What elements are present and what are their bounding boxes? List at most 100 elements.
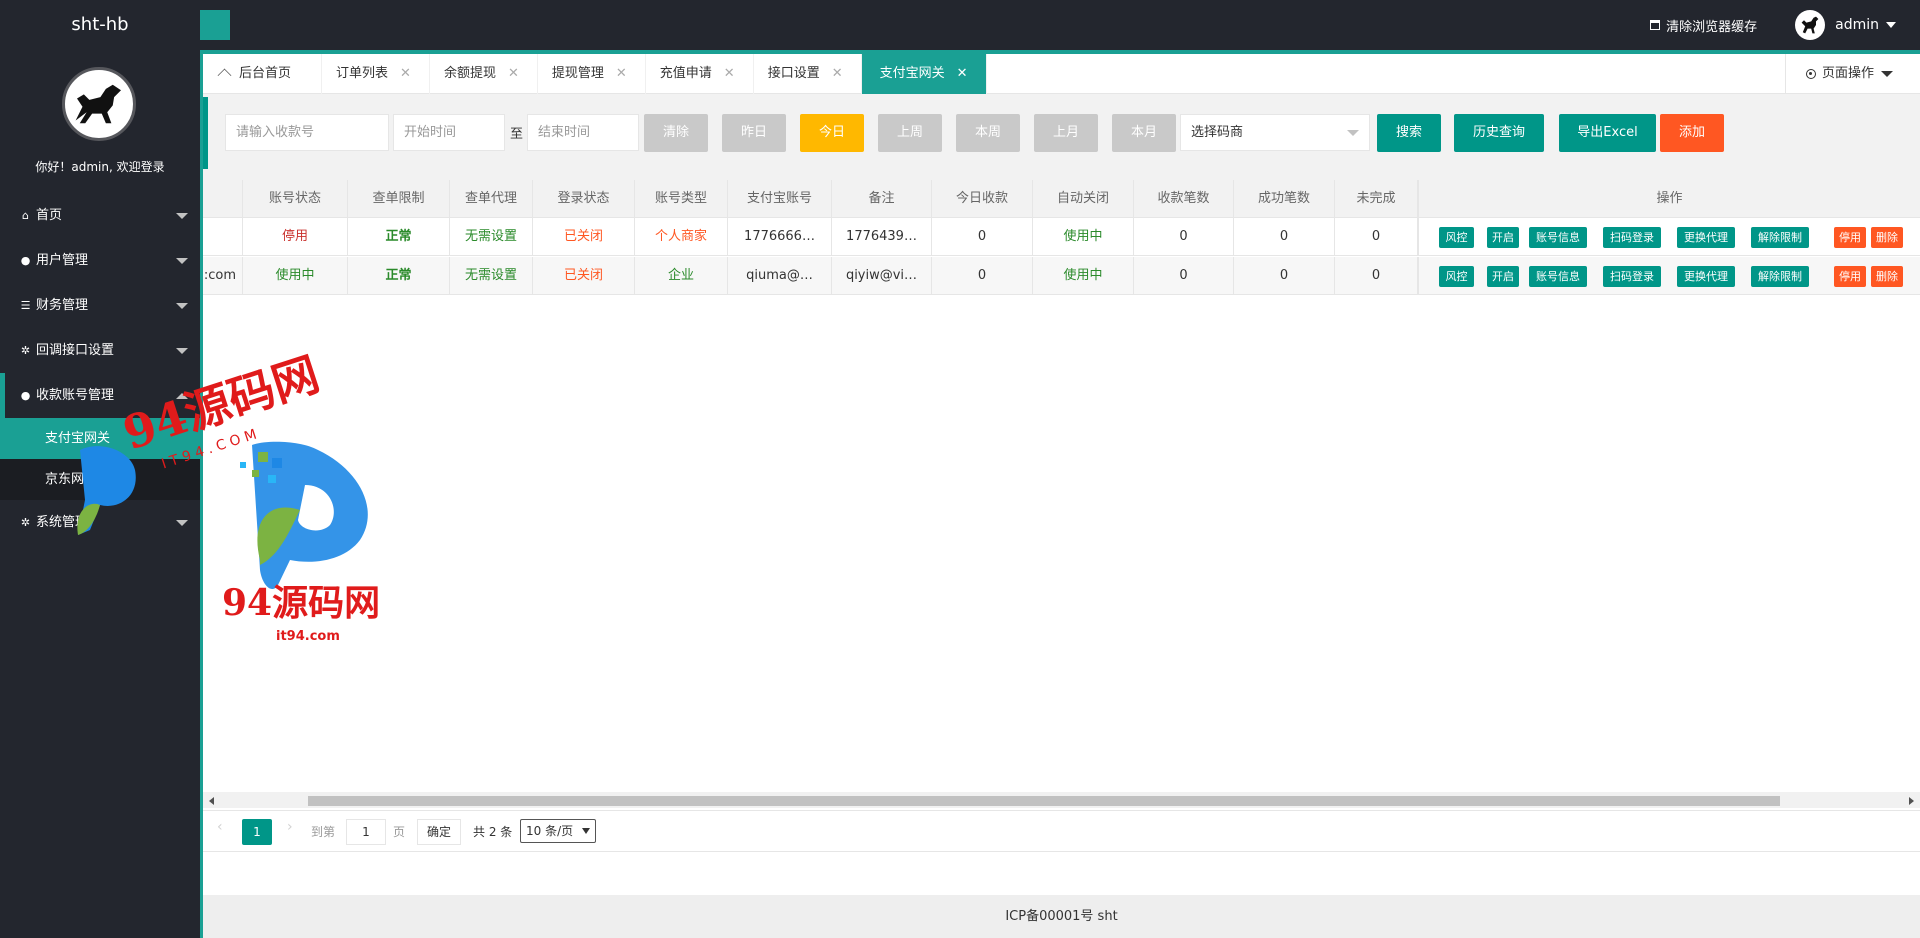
export-excel-button[interactable]: 导出Excel (1559, 114, 1656, 152)
scroll-right-icon[interactable] (1909, 797, 1914, 805)
page-operations-label: 页面操作 (1822, 66, 1875, 81)
prev-page-icon[interactable]: ‹ (217, 819, 223, 835)
table-cell: 0 (1234, 257, 1335, 295)
horizontal-scrollbar[interactable] (203, 792, 1920, 808)
sidebar-item-accounts[interactable]: ● 收款账号管理 (0, 373, 200, 418)
page-size-value: 10 条/页 (526, 824, 574, 838)
clear-button[interactable]: 清除 (644, 114, 708, 152)
row-action-button[interactable]: 风控 (1439, 266, 1474, 287)
column-header: 收款笔数 (1134, 180, 1234, 218)
row-action-button[interactable]: 停用 (1834, 266, 1866, 287)
chevron-down-icon (176, 348, 188, 354)
tab-home[interactable]: 后台首页 (203, 54, 323, 94)
this-month-button[interactable]: 本月 (1112, 114, 1176, 152)
sidebar-item-label: 系统管理 (36, 515, 89, 530)
column-header: 自动关闭 (1033, 180, 1134, 218)
close-icon[interactable]: ✕ (400, 54, 411, 94)
sidebar-item-label: 用户管理 (36, 253, 89, 268)
sidebar-item-home[interactable]: ⌂ 首页 (0, 193, 200, 238)
column-header: 未完成 (1335, 180, 1418, 218)
scrollbar-thumb[interactable] (308, 796, 1780, 806)
column-header: 支付宝账号 (728, 180, 832, 218)
home-icon (217, 68, 232, 83)
current-page-button[interactable]: 1 (242, 819, 272, 845)
row-action-button[interactable]: 更换代理 (1677, 266, 1735, 287)
table-cell: 企业 (635, 257, 728, 295)
user-avatar[interactable] (1795, 10, 1826, 40)
sidebar-subitem-jd[interactable]: 京东网关 (0, 459, 200, 500)
tab-label: 提现管理 (551, 66, 604, 81)
row-action-button[interactable]: 停用 (1834, 227, 1866, 248)
table-cell: 1776439… (832, 218, 932, 256)
row-action-button[interactable]: 扫码登录 (1603, 227, 1661, 248)
tab-label: 接口设置 (767, 66, 820, 81)
merchant-select[interactable]: 选择码商 (1180, 114, 1370, 151)
page-operations-menu[interactable]: 页面操作 (1785, 54, 1920, 94)
table-cell: 使用中 (243, 257, 348, 295)
row-action-button[interactable]: 解除限制 (1751, 227, 1809, 248)
chevron-down-icon (176, 258, 188, 264)
close-icon[interactable]: ✕ (724, 54, 735, 94)
sidebar-item-finance[interactable]: ☰ 财务管理 (0, 283, 200, 328)
sidebar-item-users[interactable]: ● 用户管理 (0, 238, 200, 283)
chevron-down-icon (582, 828, 590, 834)
account-search-input[interactable]: 请输入收款号 (225, 114, 389, 151)
tab-withdraw-manage[interactable]: 提现管理 ✕ (538, 54, 646, 94)
column-header: 账号状态 (243, 180, 348, 218)
row-action-button[interactable]: 更换代理 (1677, 227, 1735, 248)
user-menu[interactable]: admin (1835, 17, 1896, 33)
tab-orders[interactable]: 订单列表 ✕ (322, 54, 430, 94)
table-cell: :com (203, 257, 243, 295)
row-action-button[interactable]: 账号信息 (1529, 266, 1587, 287)
tab-recharge[interactable]: 充值申请 ✕ (646, 54, 754, 94)
row-action-button[interactable]: 删除 (1871, 266, 1903, 287)
sidebar-nav: ⌂ 首页 ● 用户管理 ☰ 财务管理 ✲ 回调接口设置 ● 收款账号管理 支付宝网关 京东… (0, 193, 200, 545)
last-month-button[interactable]: 上月 (1034, 114, 1098, 152)
sidebar-item-callback[interactable]: ✲ 回调接口设置 (0, 328, 200, 373)
clear-cache-link[interactable]: 清除浏览器缓存 (1650, 16, 1757, 35)
close-icon[interactable]: ✕ (832, 54, 843, 94)
column-header: 登录状态 (533, 180, 635, 218)
goto-confirm-button[interactable]: 确定 (417, 819, 461, 845)
last-week-button[interactable]: 上周 (878, 114, 942, 152)
next-page-icon[interactable]: › (287, 819, 293, 835)
trash-icon (1650, 20, 1661, 30)
start-time-input[interactable]: 开始时间 (393, 114, 505, 151)
app-logo[interactable]: sht-hb (0, 0, 200, 50)
row-action-button[interactable]: 开启 (1487, 227, 1519, 248)
table-cell: 已关闭 (533, 257, 635, 295)
end-time-input[interactable]: 结束时间 (527, 114, 639, 151)
add-button[interactable]: 添加 (1660, 114, 1724, 152)
history-query-button[interactable]: 历史查询 (1454, 114, 1544, 152)
this-week-button[interactable]: 本周 (956, 114, 1020, 152)
sidebar-item-system[interactable]: ✲ 系统管理 (0, 500, 200, 545)
table-cell: 0 (1134, 257, 1234, 295)
page-size-select[interactable]: 10 条/页 (520, 819, 596, 843)
today-button[interactable]: 今日 (800, 114, 864, 152)
column-header: 账号类型 (635, 180, 728, 218)
tab-balance-withdraw[interactable]: 余额提现 ✕ (430, 54, 538, 94)
close-icon[interactable]: ✕ (957, 54, 968, 94)
row-action-button[interactable]: 开启 (1487, 266, 1519, 287)
close-icon[interactable]: ✕ (616, 54, 627, 94)
tab-bar: 后台首页 订单列表 ✕ 余额提现 ✕ 提现管理 ✕ 充值申请 ✕ 接口设置 ✕ 支付宝网关… (203, 50, 1920, 94)
table-cell: 0 (1335, 218, 1418, 256)
row-action-button[interactable]: 解除限制 (1751, 266, 1809, 287)
sidebar-toggle-button[interactable] (200, 10, 230, 40)
scroll-left-icon[interactable] (209, 797, 214, 805)
page-number-input[interactable]: 1 (346, 819, 386, 845)
tab-api-settings[interactable]: 接口设置 ✕ (754, 54, 862, 94)
row-action-button[interactable]: 账号信息 (1529, 227, 1587, 248)
chevron-down-icon (176, 213, 188, 219)
row-action-button[interactable]: 风控 (1439, 227, 1474, 248)
target-icon (1806, 69, 1816, 79)
tab-alipay-gateway[interactable]: 支付宝网关 ✕ (861, 54, 987, 94)
row-action-button[interactable]: 删除 (1871, 227, 1903, 248)
yesterday-button[interactable]: 昨日 (722, 114, 786, 152)
row-action-button[interactable]: 扫码登录 (1603, 266, 1661, 287)
close-icon[interactable]: ✕ (508, 54, 519, 94)
search-button[interactable]: 搜索 (1377, 114, 1441, 152)
sidebar-subitem-alipay[interactable]: 支付宝网关 (0, 418, 200, 459)
column-header: 今日收款 (932, 180, 1033, 218)
footer: ICP备00001号 sht (203, 895, 1920, 938)
